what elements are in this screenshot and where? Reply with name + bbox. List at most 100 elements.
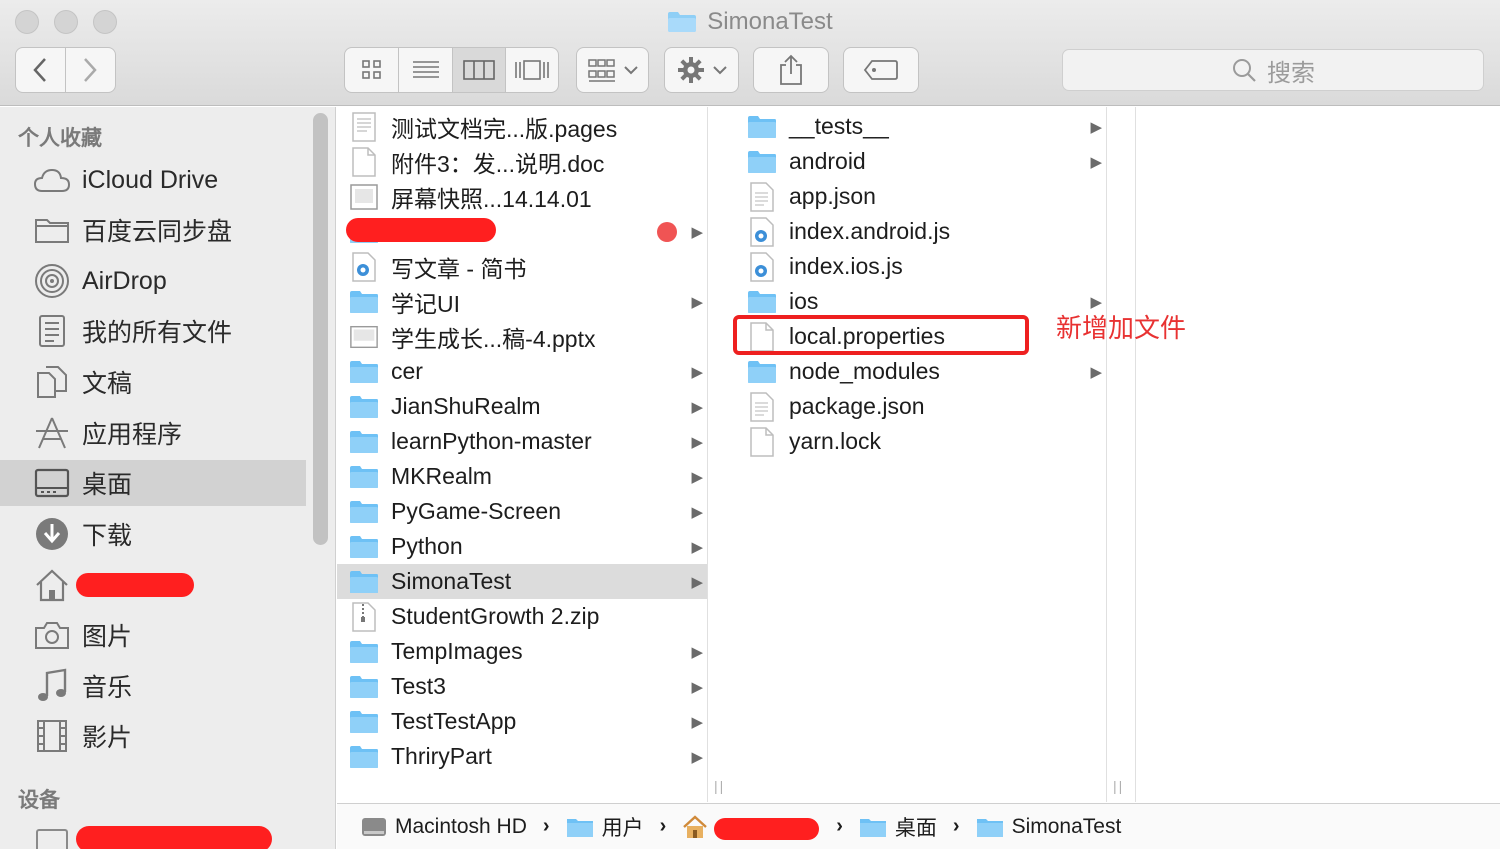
file-name: MKRealm xyxy=(391,463,492,489)
folder-icon xyxy=(349,672,379,702)
file-row[interactable]: TestTestApp ▶ xyxy=(337,704,707,739)
sidebar-item-pictures[interactable]: 图片 xyxy=(0,612,306,658)
file-row[interactable]: ios ▶ xyxy=(709,284,1106,319)
disclosure-arrow-icon: ▶ xyxy=(691,748,703,766)
file-row[interactable]: ThriryPart ▶ xyxy=(337,739,707,774)
all-files-icon xyxy=(34,313,70,349)
path-item-desktop[interactable]: 桌面 xyxy=(859,812,937,842)
file-row[interactable]: learnPython-master ▶ xyxy=(337,424,707,459)
column-view-button[interactable] xyxy=(452,48,507,92)
sidebar-item-music[interactable]: 音乐 xyxy=(0,663,306,709)
sidebar-item-label: 影片 xyxy=(82,724,133,752)
file-row[interactable]: cer ▶ xyxy=(337,354,707,389)
sidebar-item-airdrop[interactable]: AirDrop xyxy=(0,258,306,304)
file-name: package.json xyxy=(789,393,925,419)
folder-icon xyxy=(747,287,777,317)
file-row[interactable]: StudentGrowth 2.zip xyxy=(337,599,707,634)
file-row[interactable]: index.android.js xyxy=(709,214,1106,249)
file-name: PyGame-Screen xyxy=(391,498,562,524)
file-row[interactable]: Test3 ▶ xyxy=(337,669,707,704)
sidebar-item-label: 图片 xyxy=(82,623,133,651)
folder-icon xyxy=(349,707,379,737)
file-row[interactable]: SimonaTest ▶ xyxy=(337,564,707,599)
file-row[interactable]: TempImages ▶ xyxy=(337,634,707,669)
favorites-heading: 个人收藏 xyxy=(18,127,102,150)
path-item-macintosh-hd[interactable]: Macintosh HD xyxy=(361,815,527,839)
list-view-button[interactable] xyxy=(399,48,453,92)
document-file-icon xyxy=(349,146,379,177)
file-row[interactable]: yarn.lock xyxy=(709,424,1106,459)
file-row[interactable]: 测试文档完...版.pages xyxy=(337,109,707,144)
sidebar-scrollbar[interactable] xyxy=(313,113,328,545)
disclosure-arrow-icon: ▶ xyxy=(691,643,703,661)
javascript-file-icon xyxy=(747,251,777,282)
file-row[interactable]: JianShuRealm ▶ xyxy=(337,389,707,424)
sidebar-item-documents[interactable]: 文稿 xyxy=(0,359,306,405)
file-row[interactable]: 屏幕快照...14.14.01 xyxy=(337,179,707,214)
tags-button[interactable] xyxy=(843,47,919,93)
path-item-users[interactable]: 用户 xyxy=(566,812,644,842)
disclosure-arrow-icon: ▶ xyxy=(691,398,703,416)
file-row[interactable]: 学生成长...稿-4.pptx xyxy=(337,319,707,354)
group-by-button[interactable] xyxy=(576,47,649,93)
web-link-icon xyxy=(349,251,379,282)
sidebar-item-baidu-sync[interactable]: 百度云同步盘 xyxy=(0,207,306,253)
sidebar-item-applications[interactable]: 应用程序 xyxy=(0,410,306,456)
sidebar-item-icloud-drive[interactable]: iCloud Drive xyxy=(0,157,306,203)
applications-icon xyxy=(34,415,70,451)
redaction-mark xyxy=(76,573,194,597)
file-row[interactable]: 写文章 - 简书 xyxy=(337,249,707,284)
nav-buttons xyxy=(15,47,116,93)
file-row[interactable]: __tests__ ▶ xyxy=(709,109,1106,144)
disk-icon xyxy=(362,817,386,836)
file-name: StudentGrowth 2.zip xyxy=(391,603,600,629)
gallery-view-button[interactable] xyxy=(506,48,558,92)
file-name: TestTestApp xyxy=(391,708,517,734)
file-name: app.json xyxy=(789,183,876,209)
cover-flow-icon xyxy=(515,60,550,80)
forward-button[interactable] xyxy=(66,48,116,92)
file-row[interactable]: 附件3：发...说明.doc xyxy=(337,144,707,179)
icon-view-button[interactable] xyxy=(345,48,400,92)
group-grid-icon xyxy=(587,59,615,82)
red-tag-dot xyxy=(657,222,677,242)
sidebar-item-desktop[interactable]: 桌面 xyxy=(0,460,306,506)
camera-icon xyxy=(34,617,70,653)
music-icon xyxy=(34,668,70,704)
airdrop-icon xyxy=(34,263,70,299)
back-button[interactable] xyxy=(16,48,66,92)
path-separator: › xyxy=(659,815,667,837)
file-row[interactable]: index.ios.js xyxy=(709,249,1106,284)
search-field[interactable]: 搜索 xyxy=(1062,49,1484,91)
sidebar-item-all-my-files[interactable]: 我的所有文件 xyxy=(0,308,306,354)
path-item-simonatest[interactable]: SimonaTest xyxy=(976,815,1121,839)
zip-file-icon xyxy=(349,601,379,632)
folder-icon xyxy=(349,497,379,527)
redaction-mark xyxy=(714,818,819,840)
sidebar-item-movies[interactable]: 影片 xyxy=(0,713,306,759)
file-row[interactable]: app.json xyxy=(709,179,1106,214)
list-icon xyxy=(412,61,439,78)
devices-heading: 设备 xyxy=(18,789,60,812)
file-row[interactable]: Python ▶ xyxy=(337,529,707,564)
window-title: SimonaTest xyxy=(0,6,1500,38)
file-name: Python xyxy=(391,533,463,559)
sidebar-item-label: 应用程序 xyxy=(82,421,183,449)
file-row[interactable]: MKRealm ▶ xyxy=(337,459,707,494)
sidebar-item-downloads[interactable]: 下载 xyxy=(0,511,306,557)
file-row[interactable]: node_modules ▶ xyxy=(709,354,1106,389)
folder-icon xyxy=(976,818,1003,837)
file-row[interactable]: package.json xyxy=(709,389,1106,424)
file-row[interactable]: PyGame-Screen ▶ xyxy=(337,494,707,529)
file-name: ios xyxy=(789,288,819,314)
empty-column xyxy=(1108,107,1136,802)
file-name: learnPython-master xyxy=(391,428,592,454)
file-row[interactable]: android ▶ xyxy=(709,144,1106,179)
file-name: 学记UI xyxy=(391,290,460,317)
desktop-icon xyxy=(34,465,70,501)
folder-icon xyxy=(34,212,70,248)
simonatest-column: __tests__ ▶ android ▶ app.json index.android.… xyxy=(709,107,1107,802)
file-row[interactable]: 学记UI ▶ xyxy=(337,284,707,319)
share-button[interactable] xyxy=(753,47,829,93)
action-menu-button[interactable] xyxy=(664,47,739,93)
